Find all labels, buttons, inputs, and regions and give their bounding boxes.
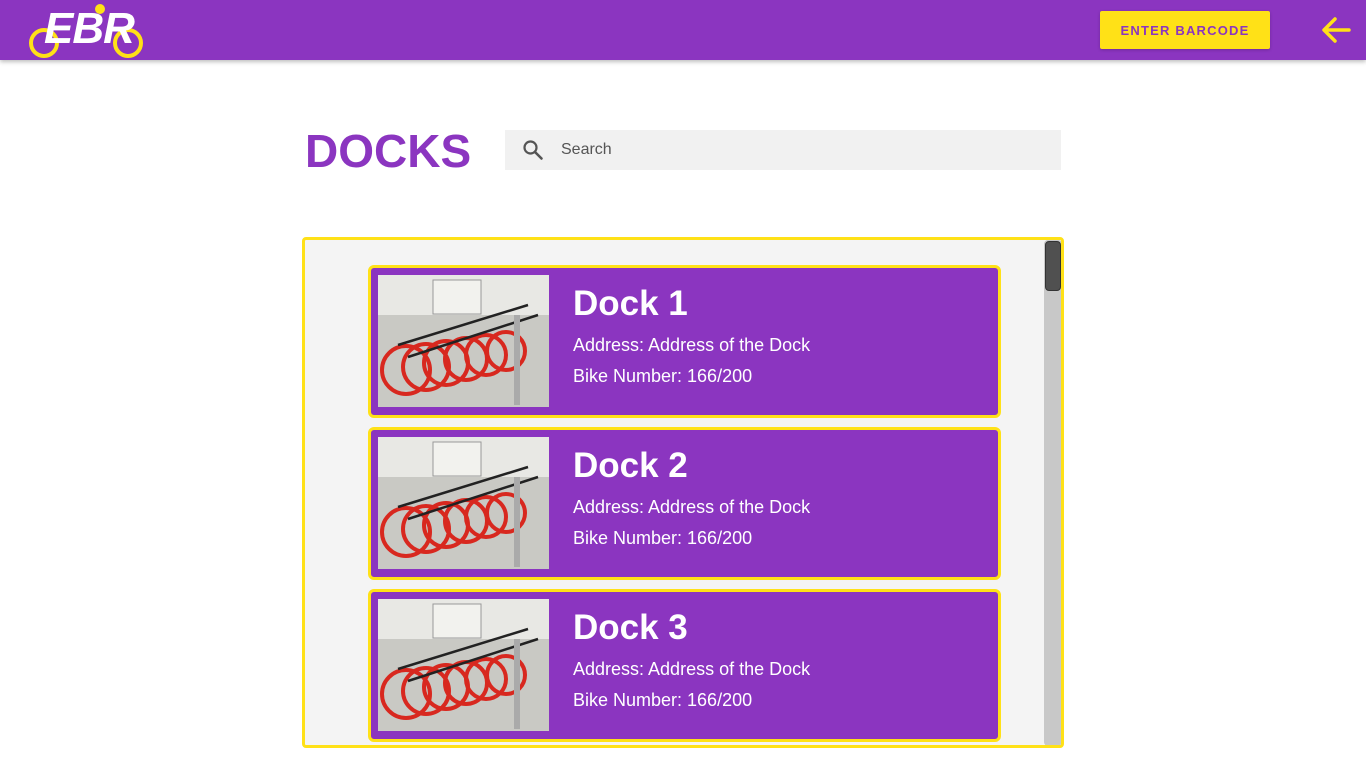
app-bar: EBR ENTER BARCODE bbox=[0, 0, 1366, 60]
dock-address: Address: Address of the Dock bbox=[573, 659, 811, 679]
dock-bike-number: Bike Number: 166/200 bbox=[573, 690, 753, 710]
dock-card-1[interactable]: Dock 1 Address: Address of the Dock Bike… bbox=[368, 265, 1001, 418]
dock-name: Dock 3 bbox=[573, 608, 688, 647]
search-bar bbox=[505, 130, 1061, 170]
search-icon bbox=[523, 140, 543, 160]
dock-image bbox=[378, 437, 549, 569]
dock-bike-number: Bike Number: 166/200 bbox=[573, 528, 753, 548]
dock-name: Dock 2 bbox=[573, 446, 688, 485]
dock-address: Address: Address of the Dock bbox=[573, 335, 811, 355]
scrollbar-thumb[interactable] bbox=[1045, 241, 1061, 291]
page-title: DOCKS bbox=[305, 125, 472, 177]
dock-card-2[interactable]: Dock 2 Address: Address of the Dock Bike… bbox=[368, 427, 1001, 580]
dock-card-3[interactable]: Dock 3 Address: Address of the Dock Bike… bbox=[368, 589, 1001, 742]
scrollbar[interactable] bbox=[1044, 240, 1061, 745]
dock-image bbox=[378, 599, 549, 731]
arrow-left-icon bbox=[1322, 17, 1351, 43]
back-button[interactable] bbox=[1318, 12, 1354, 48]
dock-image bbox=[378, 275, 549, 407]
enter-barcode-button[interactable]: ENTER BARCODE bbox=[1100, 11, 1270, 49]
dock-address: Address: Address of the Dock bbox=[573, 497, 811, 517]
dock-bike-number: Bike Number: 166/200 bbox=[573, 366, 753, 386]
dock-name: Dock 1 bbox=[573, 284, 688, 323]
search-input[interactable] bbox=[561, 130, 1041, 170]
dock-list[interactable]: Dock 1 Address: Address of the Dock Bike… bbox=[302, 237, 1064, 748]
ebr-logo[interactable]: EBR bbox=[28, 2, 146, 60]
logo-text: EBR bbox=[44, 4, 135, 53]
